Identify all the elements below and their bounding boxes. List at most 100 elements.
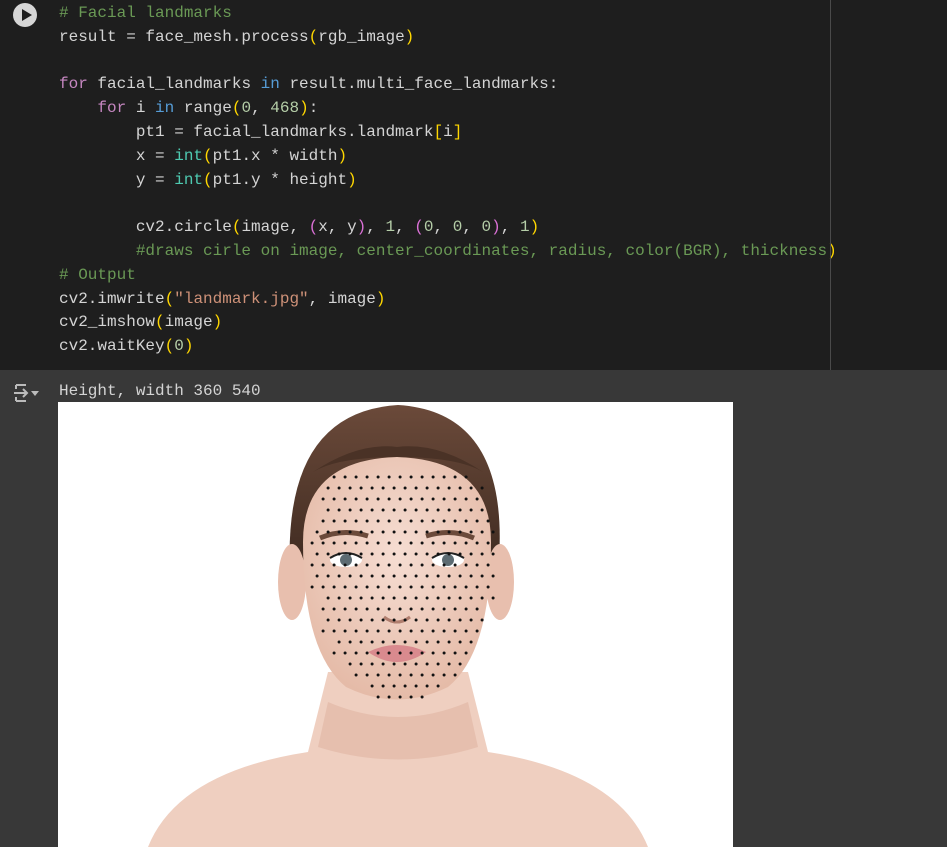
- landmark-dot: [365, 629, 369, 633]
- landmark-dot: [414, 662, 418, 666]
- landmark-dot: [442, 607, 446, 611]
- landmark-dot: [431, 519, 435, 523]
- code-cell[interactable]: # Facial landmarks result = face_mesh.pro…: [0, 0, 947, 370]
- landmark-dot: [453, 585, 457, 589]
- landmark-dot: [348, 618, 352, 622]
- code-token: ]: [452, 122, 463, 141]
- landmark-dot: [337, 618, 341, 622]
- landmark-dot: [332, 475, 336, 479]
- landmark-dot: [431, 629, 435, 633]
- landmark-dot: [409, 519, 413, 523]
- ruler-line: [830, 0, 831, 370]
- landmark-dot: [354, 563, 358, 567]
- landmark-dot: [475, 585, 479, 589]
- code-line: cv2.waitKey(0): [59, 335, 837, 359]
- landmark-dot: [447, 640, 451, 644]
- code-token: image,: [241, 218, 309, 237]
- landmark-dot: [458, 618, 462, 622]
- landmark-dot: [376, 563, 380, 567]
- landmark-dot: [453, 475, 457, 479]
- landmark-dot: [464, 497, 468, 501]
- landmark-dot: [359, 640, 363, 644]
- landmark-dot: [447, 618, 451, 622]
- run-cell-button[interactable]: [13, 3, 37, 27]
- landmark-dot: [343, 585, 347, 589]
- code-token: (: [164, 289, 175, 308]
- code-token: image: [164, 313, 213, 332]
- code-line: # Facial landmarks: [59, 2, 837, 26]
- landmark-dot: [458, 640, 462, 644]
- landmark-dot: [409, 651, 413, 655]
- code-token: (: [155, 313, 165, 332]
- landmark-dot: [392, 618, 396, 622]
- landmark-dot: [425, 530, 429, 534]
- landmark-dot: [359, 552, 363, 556]
- landmark-dot: [442, 585, 446, 589]
- landmark-dot: [348, 596, 352, 600]
- landmark-dot: [337, 530, 341, 534]
- code-token: range: [183, 99, 232, 118]
- landmark-dot: [392, 508, 396, 512]
- landmark-dot: [425, 486, 429, 490]
- landmark-dot: [414, 684, 418, 688]
- code-token: (: [231, 218, 242, 237]
- landmark-dot: [425, 684, 429, 688]
- code-token: 0: [241, 99, 252, 118]
- code-token: ): [356, 218, 367, 237]
- landmark-dot: [370, 684, 374, 688]
- landmark-dot: [332, 519, 336, 523]
- landmark-dot: [431, 563, 435, 567]
- landmark-dot: [381, 530, 385, 534]
- landmark-dot: [480, 596, 484, 600]
- output-collapse-icon[interactable]: [13, 382, 41, 404]
- landmark-dot: [436, 530, 440, 534]
- landmark-dot: [337, 552, 341, 556]
- code-token: ,: [251, 99, 271, 118]
- code-token: int: [174, 146, 204, 165]
- landmark-dot: [354, 607, 358, 611]
- landmark-dot: [442, 629, 446, 633]
- code-editor[interactable]: # Facial landmarks result = face_mesh.pro…: [59, 2, 837, 359]
- landmark-dot: [431, 585, 435, 589]
- landmark-dot: [337, 640, 341, 644]
- landmark-dot: [376, 519, 380, 523]
- landmark-dot: [442, 673, 446, 677]
- landmark-dot: [486, 541, 490, 545]
- code-token: result.multi_face_landmarks:: [279, 75, 559, 94]
- landmark-dot: [381, 640, 385, 644]
- landmark-dot: [376, 585, 380, 589]
- code-token: ): [183, 337, 194, 356]
- landmark-dot: [447, 662, 451, 666]
- landmark-dot: [398, 541, 402, 545]
- landmark-dot: [348, 662, 352, 666]
- landmark-dot: [392, 486, 396, 490]
- landmark-dot: [420, 585, 424, 589]
- code-token: ,: [395, 218, 415, 237]
- landmark-dot: [310, 563, 314, 567]
- landmark-dot: [447, 486, 451, 490]
- landmark-dot: [480, 618, 484, 622]
- landmark-dot: [343, 475, 347, 479]
- landmark-dot: [343, 497, 347, 501]
- landmark-dot: [321, 541, 325, 545]
- landmark-dot: [392, 662, 396, 666]
- code-token: x, y: [318, 218, 357, 237]
- landmark-dot: [414, 640, 418, 644]
- landmark-dot: [409, 607, 413, 611]
- landmark-dot: [398, 563, 402, 567]
- landmark-dot: [315, 574, 319, 578]
- landmark-dot: [414, 596, 418, 600]
- code-line: for facial_landmarks in result.multi_fac…: [59, 73, 837, 97]
- code-line: for i in range(0, 468):: [59, 97, 837, 121]
- code-token: cv2.waitKey: [59, 337, 165, 356]
- landmark-dot: [387, 563, 391, 567]
- landmark-dot: [326, 530, 330, 534]
- landmark-dot: [332, 563, 336, 567]
- landmark-dot: [464, 607, 468, 611]
- landmark-dot: [392, 596, 396, 600]
- code-token: i: [443, 122, 453, 141]
- landmark-dot: [458, 574, 462, 578]
- landmark-dot: [392, 574, 396, 578]
- landmark-dot: [332, 497, 336, 501]
